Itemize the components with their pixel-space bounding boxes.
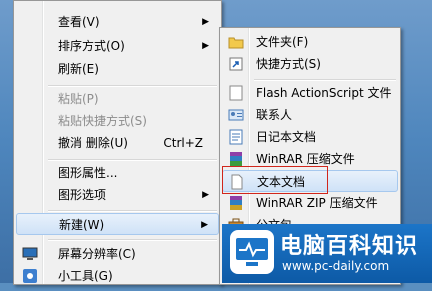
menu-item-label: WinRAR ZIP 压缩文件: [256, 196, 378, 210]
menu-item-graphics-options[interactable]: 图形选项 ▶: [16, 184, 219, 206]
menu-item-label: Flash ActionScript 文件: [256, 86, 392, 100]
folder-icon: [228, 34, 244, 50]
menu-item-view[interactable]: 查看(V) ▶: [16, 11, 219, 33]
desktop-context-menu: 查看(V) ▶ 排序方式(O) ▶ 刷新(E) 粘贴(P) 粘贴快捷方式(S) …: [13, 0, 222, 285]
menu-separator: [48, 85, 217, 87]
highlight-annotation-box: [222, 166, 328, 194]
menu-item-label: 联系人: [256, 108, 293, 122]
menu-item-undo-delete[interactable]: 撤消 删除(U) Ctrl+Z: [16, 132, 219, 154]
watermark-title: 电脑百科知识: [280, 234, 419, 259]
submenu-arrow-icon: ▶: [201, 220, 208, 230]
menu-item-label: 快捷方式(S): [256, 57, 321, 71]
menu-separator: [48, 239, 217, 241]
monitor-icon: [22, 246, 38, 262]
menu-item-refresh[interactable]: 刷新(E): [16, 58, 219, 80]
watermark-url: www.pc-daily.com: [282, 259, 390, 273]
menu-item-label: 粘贴(P): [58, 92, 99, 106]
menu-item-label: 刷新(E): [58, 62, 99, 76]
submenu-arrow-icon: ▶: [202, 17, 209, 27]
submenu-item-contact[interactable]: 联系人: [222, 104, 398, 126]
pulse-monitor-icon: [230, 230, 274, 274]
menu-item-shortcut: Ctrl+Z: [163, 136, 203, 150]
contact-icon: [228, 107, 244, 123]
menu-item-label: 图形选项: [58, 188, 107, 202]
submenu-item-flash-actionscript[interactable]: Flash ActionScript 文件: [222, 82, 398, 104]
submenu-item-journal-document[interactable]: 日记本文档: [222, 126, 398, 148]
menu-item-label: 查看(V): [58, 15, 100, 29]
winrar-zip-icon: [228, 195, 244, 211]
menu-item-screen-resolution[interactable]: 屏幕分辨率(C): [16, 243, 219, 265]
menu-separator: [254, 79, 396, 81]
menu-item-label: 排序方式(O): [58, 39, 125, 53]
menu-item-sort-by[interactable]: 排序方式(O) ▶: [16, 35, 219, 57]
menu-item-label: 日记本文档: [256, 130, 317, 144]
menu-item-paste-shortcut: 粘贴快捷方式(S): [16, 110, 219, 132]
menu-item-paste: 粘贴(P): [16, 88, 219, 110]
menu-item-label: 屏幕分辨率(C): [58, 247, 136, 261]
winrar-icon: [228, 151, 244, 167]
gadget-icon: [22, 268, 38, 284]
menu-item-gadgets[interactable]: 小工具(G): [16, 265, 219, 287]
submenu-item-folder[interactable]: 文件夹(F): [222, 31, 398, 53]
journal-icon: [228, 129, 244, 145]
menu-item-new[interactable]: 新建(W) ▶: [16, 213, 219, 235]
flash-file-icon: [228, 85, 244, 101]
menu-item-label: 小工具(G): [58, 269, 113, 283]
menu-separator: [48, 159, 217, 161]
menu-item-label: 图形属性...: [58, 166, 118, 180]
menu-item-label: 撤消 删除(U): [58, 136, 128, 150]
submenu-item-winrar-zip[interactable]: WinRAR ZIP 压缩文件: [222, 192, 398, 214]
menu-item-label: 新建(W): [59, 218, 105, 232]
menu-item-label: 文件夹(F): [256, 35, 309, 49]
shortcut-icon: [228, 56, 244, 72]
menu-item-label: 粘贴快捷方式(S): [58, 114, 147, 128]
submenu-arrow-icon: ▶: [202, 190, 209, 200]
menu-item-graphics-properties[interactable]: 图形属性...: [16, 162, 219, 184]
watermark-logo: 电脑百科知识 www.pc-daily.com: [222, 224, 432, 283]
submenu-item-shortcut[interactable]: 快捷方式(S): [222, 53, 398, 75]
menu-separator: [48, 210, 217, 212]
submenu-arrow-icon: ▶: [202, 41, 209, 51]
